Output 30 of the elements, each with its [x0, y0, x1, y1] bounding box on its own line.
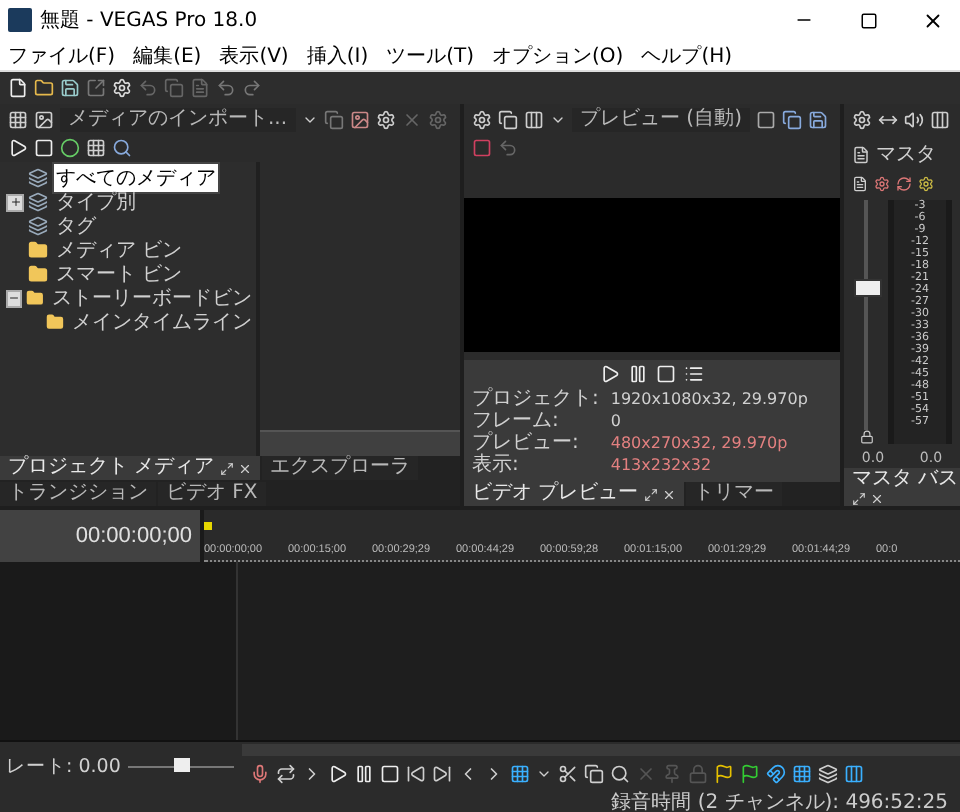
menu-item[interactable]: ヘルプ(H) [641, 41, 733, 69]
timecode: 00:00:00;00 [75, 524, 192, 548]
panel-tab[interactable]: トランジション [0, 482, 156, 506]
rate-label: レート: 0.00 [6, 753, 121, 779]
tree-item[interactable]: すべてのメディア [52, 162, 220, 194]
menu-item[interactable]: 編集(E) [133, 41, 202, 69]
menu-item[interactable]: 挿入(I) [306, 41, 369, 69]
panel-tab[interactable]: ビデオ FX [158, 482, 266, 506]
panel-tab[interactable]: ビデオ プレビュー [464, 482, 685, 506]
info-value: 0 [610, 410, 623, 432]
panel-tab[interactable]: マスタ バス [844, 468, 960, 506]
info-label: 表示: [472, 454, 521, 476]
menu-item[interactable]: ファイル(F) [8, 41, 116, 69]
info-value: 413x232x32 [610, 454, 714, 476]
menu-item[interactable]: 表示(V) [219, 41, 289, 69]
info-value: 1920x1080x32, 29.970p [610, 388, 810, 410]
info-label: フレーム: [472, 410, 561, 432]
info-value: 480x270x32, 29.970p [610, 432, 790, 454]
info-label: プロジェクト: [472, 388, 599, 410]
preview-quality-dropdown[interactable]: プレビュー (自動) [572, 108, 750, 132]
panel-tab[interactable]: エクスプローラ [262, 456, 419, 480]
info-label: プレビュー: [472, 432, 581, 454]
window-title: 無題 - VEGAS Pro 18.0 [40, 8, 260, 34]
import-media-button[interactable]: メディアのインポート... [60, 108, 296, 132]
menu-item[interactable]: オプション(O) [492, 41, 624, 69]
bus-title: マスタ [876, 142, 936, 168]
panel-tab[interactable]: トリマー [686, 482, 783, 506]
panel-tab[interactable]: プロジェクト メディア [0, 456, 261, 480]
status-text: 録音時間 (2 チャンネル): 496:52:25 [611, 789, 948, 812]
menu-item[interactable]: ツール(T) [386, 41, 475, 69]
